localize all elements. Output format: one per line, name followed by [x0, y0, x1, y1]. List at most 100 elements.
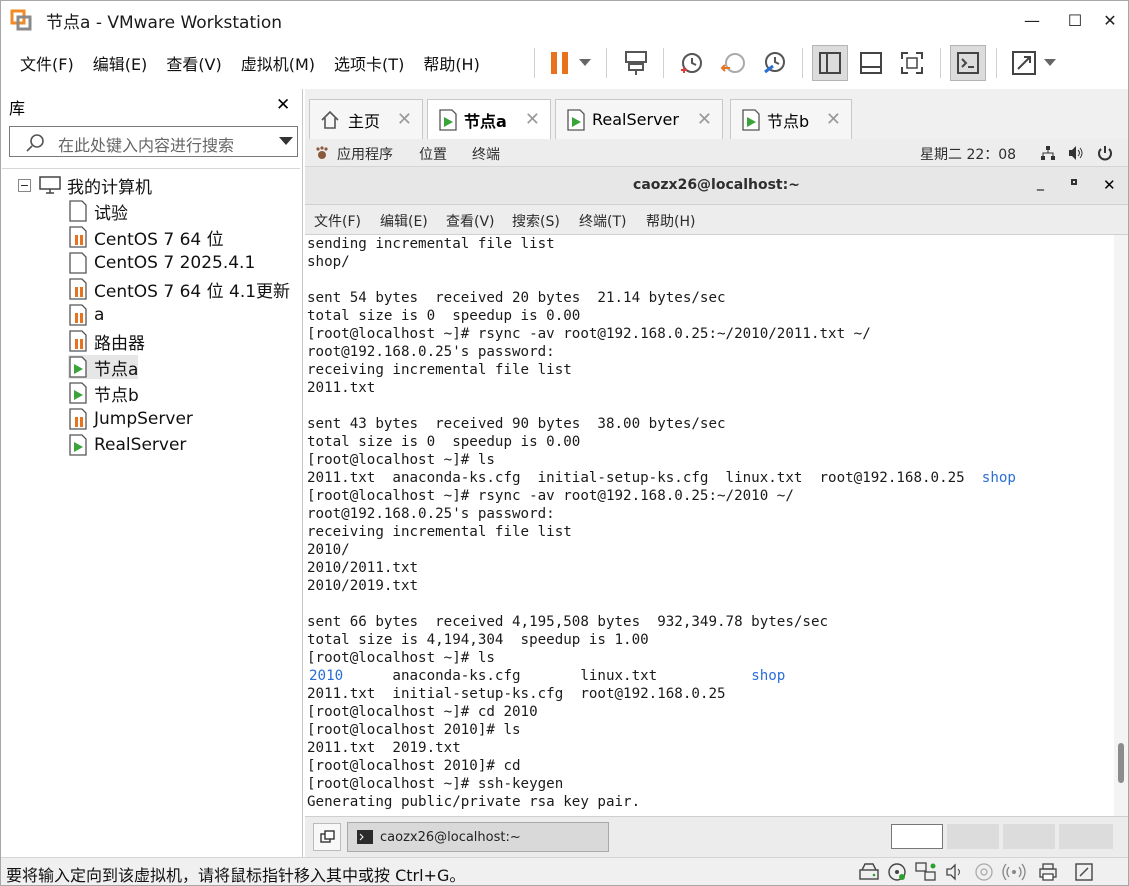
gnome-places-menu[interactable]: 位置 — [419, 144, 447, 164]
cd-dvd-icon[interactable] — [887, 862, 907, 882]
terminal-menu-view[interactable]: 查看(V) — [446, 211, 495, 231]
tree-item[interactable]: CentOS 7 64 位 4.1更新 — [68, 277, 290, 302]
volume-icon[interactable] — [1068, 145, 1084, 161]
library-header: 库 — [9, 99, 26, 118]
workspace-2[interactable] — [947, 824, 999, 849]
terminal-menu-search[interactable]: 搜索(S) — [512, 211, 560, 231]
dir-entry: shop — [751, 668, 786, 684]
terminal-menu-terminal[interactable]: 终端(T) — [579, 211, 626, 231]
tree-item[interactable]: 试验 — [68, 199, 128, 224]
tab-realserver[interactable]: RealServer ✕ — [555, 99, 723, 139]
tab-vm-a[interactable]: 节点a ✕ — [427, 99, 551, 139]
network-adapter-icon[interactable] — [915, 862, 937, 882]
gnome-terminal-menu[interactable]: 终端 — [472, 144, 500, 164]
search-placeholder: 在此处键入内容进行搜索 — [58, 136, 235, 155]
close-tab-icon[interactable]: ✕ — [826, 109, 841, 130]
power-icon[interactable] — [1097, 145, 1113, 161]
menu-tabs[interactable]: 选项卡(T) — [334, 51, 404, 75]
tree-item[interactable]: a — [68, 303, 104, 327]
hard-disk-icon[interactable] — [859, 863, 879, 881]
menu-edit[interactable]: 编辑(E) — [93, 51, 148, 75]
dir-entry: 2010 — [309, 668, 344, 684]
network-icon[interactable] — [1040, 145, 1056, 161]
full-screen-icon[interactable] — [894, 45, 930, 81]
snapshot-take-icon[interactable] — [673, 45, 709, 81]
tab-home[interactable]: 主页 ✕ — [309, 99, 423, 139]
terminal-menu-file[interactable]: 文件(F) — [314, 211, 361, 231]
tree-item[interactable]: CentOS 7 64 位 — [68, 225, 224, 250]
console-view-icon[interactable] — [950, 45, 986, 81]
tree-item[interactable]: JumpServer — [68, 407, 193, 431]
workspace-1[interactable] — [891, 824, 943, 849]
toolbar-separator — [606, 48, 607, 78]
menu-vm[interactable]: 虚拟机(M) — [241, 51, 315, 75]
vm-tree: − 我的计算机 试验 CentOS 7 64 位 CentOS 7 2025.4.1… — [2, 168, 300, 856]
terminal-maximize-button[interactable] — [1071, 179, 1077, 185]
terminal-scrollbar[interactable] — [1114, 235, 1128, 816]
scrollbar-thumb[interactable] — [1118, 743, 1124, 783]
terminal-line-text: total size is 0 speedup is 0.00 — [307, 434, 581, 450]
close-library-icon[interactable]: ✕ — [276, 95, 290, 115]
gnome-clock[interactable]: 星期二 22：08 — [920, 144, 1016, 164]
terminal-line-text: shop/ — [307, 254, 350, 270]
close-tab-icon[interactable]: ✕ — [697, 109, 712, 130]
minimize-button[interactable]: — — [1008, 1, 1056, 39]
terminal-output[interactable]: sending incremental file list shop/sent 5… — [305, 235, 1114, 816]
stretch-guest-icon[interactable] — [1006, 45, 1042, 81]
tab-vm-b[interactable]: 节点b ✕ — [730, 99, 852, 139]
menu-view[interactable]: 查看(V) — [166, 51, 221, 75]
message-log-icon[interactable] — [1074, 862, 1094, 882]
stretch-dropdown-chevron-icon[interactable] — [1038, 45, 1062, 81]
computer-icon — [39, 176, 61, 194]
terminal-icon — [357, 830, 373, 844]
tree-item[interactable]: 路由器 — [68, 329, 145, 354]
workspace-3[interactable] — [1003, 824, 1055, 849]
usb-controller-icon[interactable] — [974, 862, 994, 882]
snapshot-revert-icon[interactable] — [715, 45, 751, 81]
terminal-menu-help[interactable]: 帮助(H) — [646, 211, 695, 231]
thumbnail-bar-icon[interactable] — [853, 45, 889, 81]
menu-file[interactable]: 文件(F) — [20, 51, 74, 75]
terminal-close-button[interactable]: ✕ — [1103, 176, 1116, 194]
terminal-line-text: total size is 4,194,304 speedup is 1.00 — [307, 632, 649, 648]
terminal-menu-edit[interactable]: 编辑(E) — [380, 211, 428, 231]
tree-item-label: a — [94, 305, 105, 325]
close-tab-icon[interactable]: ✕ — [525, 109, 540, 130]
title-bar: 节点a - VMware Workstation — ☐ ✕ — [1, 1, 1128, 39]
gnome-top-bar: 应用程序 位置 终端 星期二 22：08 — [305, 139, 1128, 167]
tree-root-my-computer[interactable]: − 我的计算机 — [18, 173, 152, 198]
printer-icon[interactable] — [1038, 862, 1058, 882]
terminal-line-text: 2011.txt 2019.txt — [307, 740, 461, 756]
terminal-line: root@192.168.0.25's password: — [307, 343, 1114, 361]
tab-bar: 主页 ✕ 节点a ✕ RealServer ✕ 节点b ✕ — [305, 89, 1128, 139]
menu-help[interactable]: 帮助(H) — [423, 51, 480, 75]
vm-plain-icon — [68, 252, 88, 274]
tree-item[interactable]: CentOS 7 2025.4.1 — [68, 251, 255, 275]
terminal-line-text: receiving incremental file list — [307, 524, 572, 540]
show-library-icon[interactable] — [812, 45, 848, 81]
send-ctrl-alt-del-icon[interactable] — [618, 45, 654, 81]
terminal-line-text: sending incremental file list — [307, 236, 555, 252]
tree-item[interactable]: 节点b — [68, 381, 139, 406]
collapse-icon[interactable]: − — [18, 178, 31, 192]
show-desktop-icon[interactable] — [313, 823, 341, 851]
tree-item[interactable]: 节点a — [68, 355, 139, 380]
gnome-applications-menu[interactable]: 应用程序 — [337, 144, 393, 164]
tree-item[interactable]: RealServer — [68, 433, 186, 457]
snapshot-manager-icon[interactable] — [756, 45, 792, 81]
sound-card-icon[interactable] — [946, 863, 964, 881]
wireless-icon[interactable] — [1001, 862, 1027, 882]
terminal-minimize-button[interactable]: _ — [1037, 175, 1044, 191]
close-tab-icon[interactable]: ✕ — [397, 109, 412, 130]
terminal-line: 2011.txt 2019.txt — [307, 739, 1114, 757]
terminal-line-text: total size is 0 speedup is 0.00 — [307, 308, 581, 324]
taskbar-terminal-window[interactable]: caozx26@localhost:~ — [347, 822, 609, 852]
close-window-button[interactable]: ✕ — [1086, 1, 1128, 39]
power-dropdown-chevron-icon[interactable] — [571, 45, 599, 81]
workspace-4[interactable] — [1059, 824, 1113, 849]
library-search-input[interactable]: 在此处键入内容进行搜索 — [9, 126, 298, 157]
terminal-line-text: 2011.txt anaconda-ks.cfg initial-setup-k… — [307, 470, 965, 486]
search-dropdown-chevron-icon[interactable] — [279, 137, 293, 146]
terminal-line: sent 66 bytes received 4,195,508 bytes 9… — [307, 613, 1114, 631]
